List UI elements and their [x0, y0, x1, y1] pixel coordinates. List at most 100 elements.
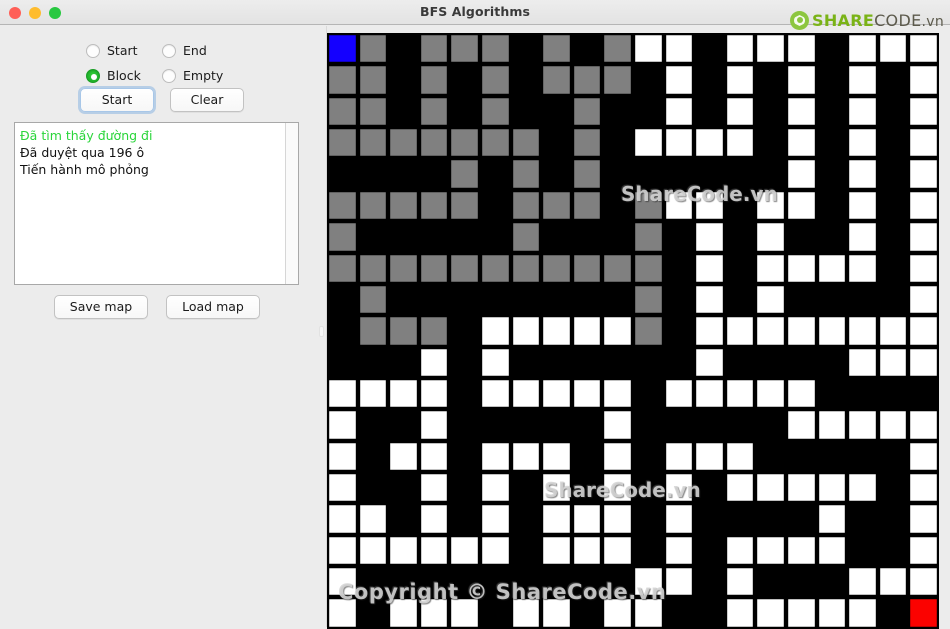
cell-empty[interactable] [755, 189, 786, 222]
cell-empty[interactable] [327, 377, 358, 410]
cell-empty[interactable] [847, 566, 878, 598]
cell-empty[interactable] [602, 597, 633, 629]
cell-empty[interactable] [541, 534, 572, 567]
cell-wall[interactable] [357, 597, 389, 629]
cell-empty[interactable] [785, 33, 817, 65]
cell-wall[interactable] [449, 472, 480, 504]
save-map-button[interactable]: Save map [54, 295, 148, 319]
cell-empty[interactable] [785, 127, 817, 159]
cell-empty[interactable] [908, 95, 939, 128]
cell-empty[interactable] [694, 221, 725, 253]
cell-wall[interactable] [602, 221, 633, 253]
cell-wall[interactable] [479, 597, 511, 629]
cell-wall[interactable] [602, 189, 633, 222]
cell-visited[interactable] [388, 315, 419, 347]
cell-wall[interactable] [479, 189, 511, 222]
cell-empty[interactable] [694, 315, 725, 347]
cell-empty[interactable] [602, 503, 633, 535]
cell-empty[interactable] [724, 377, 756, 410]
cell-wall[interactable] [877, 597, 909, 629]
cell-empty[interactable] [724, 315, 756, 347]
cell-empty[interactable] [663, 64, 695, 96]
cell-wall[interactable] [571, 472, 603, 504]
cell-empty[interactable] [694, 283, 725, 316]
cell-visited[interactable] [571, 127, 603, 159]
cell-wall[interactable] [418, 158, 450, 190]
cell-wall[interactable] [816, 221, 848, 253]
cell-visited[interactable] [602, 252, 633, 284]
cell-wall[interactable] [816, 95, 848, 128]
cell-wall[interactable] [388, 64, 419, 96]
cell-wall[interactable] [571, 597, 603, 629]
cell-empty[interactable] [357, 377, 389, 410]
cell-visited[interactable] [632, 252, 664, 284]
cell-wall[interactable] [327, 158, 358, 190]
cell-empty[interactable] [908, 221, 939, 253]
cell-empty[interactable] [785, 158, 817, 190]
cell-empty[interactable] [724, 440, 756, 473]
cell-wall[interactable] [632, 95, 664, 128]
cell-empty[interactable] [908, 534, 939, 567]
cell-empty[interactable] [663, 503, 695, 535]
cell-empty[interactable] [755, 472, 786, 504]
cell-empty[interactable] [541, 440, 572, 473]
cell-empty[interactable] [908, 33, 939, 65]
cell-empty[interactable] [908, 440, 939, 473]
cell-end[interactable] [908, 597, 939, 629]
cell-wall[interactable] [541, 158, 572, 190]
cell-empty[interactable] [785, 252, 817, 284]
cell-empty[interactable] [847, 346, 878, 378]
cell-empty[interactable] [510, 597, 542, 629]
cell-empty[interactable] [908, 283, 939, 316]
cell-empty[interactable] [724, 127, 756, 159]
cell-visited[interactable] [479, 33, 511, 65]
cell-wall[interactable] [847, 440, 878, 473]
cell-empty[interactable] [327, 534, 358, 567]
cell-visited[interactable] [418, 33, 450, 65]
cell-empty[interactable] [877, 566, 909, 598]
cell-wall[interactable] [632, 158, 664, 190]
cell-visited[interactable] [327, 95, 358, 128]
cell-empty[interactable] [785, 534, 817, 567]
cell-wall[interactable] [388, 221, 419, 253]
cell-visited[interactable] [418, 127, 450, 159]
start-button[interactable]: Start [80, 88, 154, 112]
maze-grid[interactable] [327, 33, 939, 629]
cell-empty[interactable] [418, 597, 450, 629]
cell-empty[interactable] [755, 315, 786, 347]
cell-wall[interactable] [694, 597, 725, 629]
cell-wall[interactable] [449, 64, 480, 96]
cell-visited[interactable] [327, 252, 358, 284]
cell-wall[interactable] [510, 33, 542, 65]
cell-empty[interactable] [479, 315, 511, 347]
cell-visited[interactable] [449, 158, 480, 190]
cell-wall[interactable] [357, 346, 389, 378]
cell-wall[interactable] [388, 409, 419, 441]
cell-visited[interactable] [602, 33, 633, 65]
cell-empty[interactable] [602, 534, 633, 567]
cell-empty[interactable] [908, 503, 939, 535]
cell-empty[interactable] [847, 127, 878, 159]
cell-empty[interactable] [847, 189, 878, 222]
cell-empty[interactable] [327, 409, 358, 441]
cell-wall[interactable] [785, 566, 817, 598]
cell-wall[interactable] [816, 377, 848, 410]
cell-wall[interactable] [541, 283, 572, 316]
cell-wall[interactable] [755, 158, 786, 190]
cell-wall[interactable] [479, 409, 511, 441]
cell-wall[interactable] [418, 221, 450, 253]
splitter-grip-icon[interactable] [319, 326, 324, 337]
cell-empty[interactable] [847, 409, 878, 441]
log-scrollbar[interactable] [285, 123, 298, 284]
cell-wall[interactable] [357, 158, 389, 190]
cell-empty[interactable] [724, 33, 756, 65]
cell-visited[interactable] [357, 252, 389, 284]
cell-wall[interactable] [877, 534, 909, 567]
cell-wall[interactable] [877, 503, 909, 535]
cell-wall[interactable] [388, 95, 419, 128]
cell-empty[interactable] [388, 597, 419, 629]
cell-wall[interactable] [724, 409, 756, 441]
cell-wall[interactable] [479, 158, 511, 190]
cell-wall[interactable] [694, 95, 725, 128]
cell-visited[interactable] [418, 252, 450, 284]
